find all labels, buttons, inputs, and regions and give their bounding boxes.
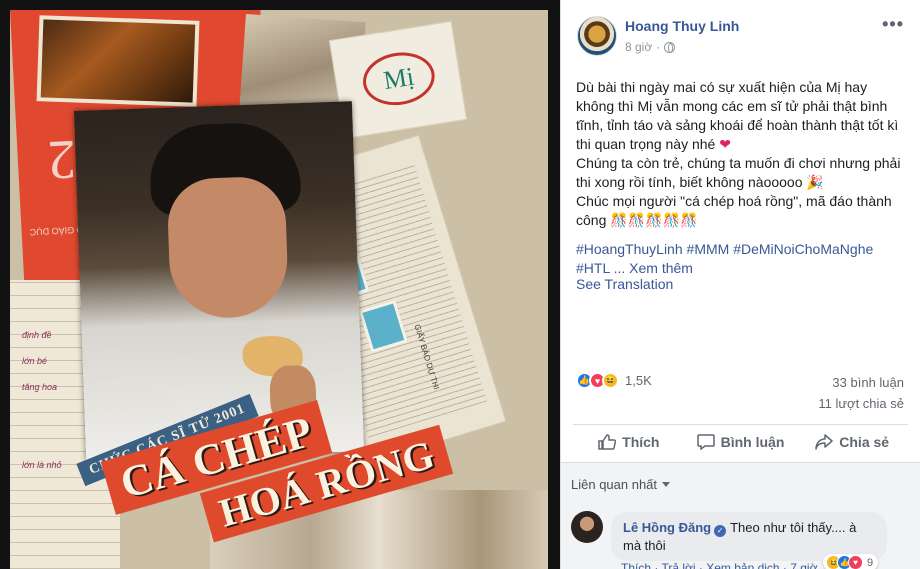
post-time[interactable]: 8 giờ <box>625 40 652 54</box>
share-button[interactable]: Chia sẻ <box>796 426 908 458</box>
globe-icon[interactable] <box>664 41 676 53</box>
post-paragraph: Dù bài thi ngày mai có sự xuất hiện của … <box>576 78 908 154</box>
hashtag-link[interactable]: #HoangThuyLinh <box>576 241 683 257</box>
post-stats: 33 bình luận 11 lượt chia sẻ <box>818 372 904 414</box>
food-photo <box>36 15 200 107</box>
comment-author[interactable]: Lê Hồng Đăng <box>623 520 711 535</box>
shares-count[interactable]: 11 lượt chia sẻ <box>818 393 904 414</box>
hashtag-link[interactable]: #DeMiNoiChoMaNghe <box>733 241 873 257</box>
like-button[interactable]: Thích <box>573 426 685 458</box>
post-panel: Hoang Thuy Linh 8 giờ · ••• Dù bài thi n… <box>561 0 920 569</box>
post-image[interactable]: ĐÃI 12 BỘ GIÁO DỤC Mị định đề lớn bé tăn… <box>0 0 560 569</box>
share-icon <box>815 434 834 450</box>
caret-down-icon <box>662 482 671 487</box>
love-reaction-icon: ♥ <box>848 555 863 569</box>
comment-actions[interactable]: Thích · Trả lời · Xem bản dịch · 7 giờ <box>621 561 817 569</box>
author-name[interactable]: Hoang Thuy Linh <box>625 18 739 34</box>
reaction-count[interactable]: 1,5K <box>625 373 652 388</box>
post-header: Hoang Thuy Linh 8 giờ · ••• <box>577 14 908 58</box>
comment-icon <box>696 434 715 451</box>
post-paragraph-1: Dù bài thi ngày mai có sự xuất hiện của … <box>576 79 899 152</box>
like-label: Thích <box>622 434 660 450</box>
comment-reactions[interactable]: 😆 👍 ♥ 9 <box>823 554 879 569</box>
heart-emoji: ❤ <box>719 136 731 152</box>
post-paragraph: Chúng ta còn trẻ, chúng ta muốn đi chơi … <box>576 154 908 192</box>
thumbs-up-icon <box>598 434 617 450</box>
portrait-face <box>166 175 290 320</box>
notebook-line: lớn là nhỏ <box>22 460 62 470</box>
more-options-button[interactable]: ••• <box>882 15 904 33</box>
share-label: Chia sẻ <box>839 434 890 450</box>
meta-dot: · <box>656 40 661 54</box>
reaction-summary[interactable]: 👍 ♥ 😆 1,5K <box>576 372 652 389</box>
post-paragraph: Chúc mọi người "cá chép hoá rồng", mã đá… <box>576 192 908 230</box>
haha-reaction-icon: 😆 <box>602 372 619 389</box>
hashtag-link[interactable]: #HTL <box>576 260 610 276</box>
notebook-line: lớn bé <box>22 356 47 366</box>
post-meta: 8 giờ · <box>625 40 676 54</box>
commenter-avatar[interactable] <box>571 511 603 543</box>
poster-collage: ĐÃI 12 BỘ GIÁO DỤC Mị định đề lớn bé tăn… <box>10 10 548 569</box>
comment-button[interactable]: Bình luận <box>685 426 797 458</box>
post-paragraph-2: Chúng ta còn trẻ, chúng ta muốn đi chơi … <box>576 155 901 190</box>
action-bar: Thích Bình luận Chia sẻ <box>573 426 908 458</box>
comment-reaction-count: 9 <box>867 556 874 569</box>
verified-badge-icon: ✓ <box>714 525 727 537</box>
sort-label: Liên quan nhất <box>571 477 658 492</box>
comment-sort-dropdown[interactable]: Liên quan nhất <box>571 477 671 492</box>
sticker-text: Mị <box>359 47 439 111</box>
author-avatar[interactable] <box>577 16 617 56</box>
hashtag-row: #HoangThuyLinh #MMM #DeMiNoiChoMaNghe #H… <box>576 240 906 278</box>
comments-count[interactable]: 33 bình luận <box>818 372 904 393</box>
party-emoji: 🎉 <box>806 174 824 190</box>
notebook-line: tăng hoa <box>22 382 58 392</box>
divider <box>573 424 908 425</box>
cake-emoji: 🎊🎊🎊🎊🎊 <box>610 212 698 228</box>
hashtag-link[interactable]: #MMM <box>687 241 730 257</box>
notebook-line: định đề <box>22 330 52 340</box>
comments-section: Liên quan nhất Lê Hồng Đăng ✓ Theo như tôi… <box>561 463 920 569</box>
post-text: Dù bài thi ngày mai có sự xuất hiện của … <box>576 78 908 230</box>
comment-label: Bình luận <box>720 434 785 450</box>
see-translation-link[interactable]: See Translation <box>576 276 673 292</box>
see-more-link[interactable]: ... Xem thêm <box>614 260 693 276</box>
